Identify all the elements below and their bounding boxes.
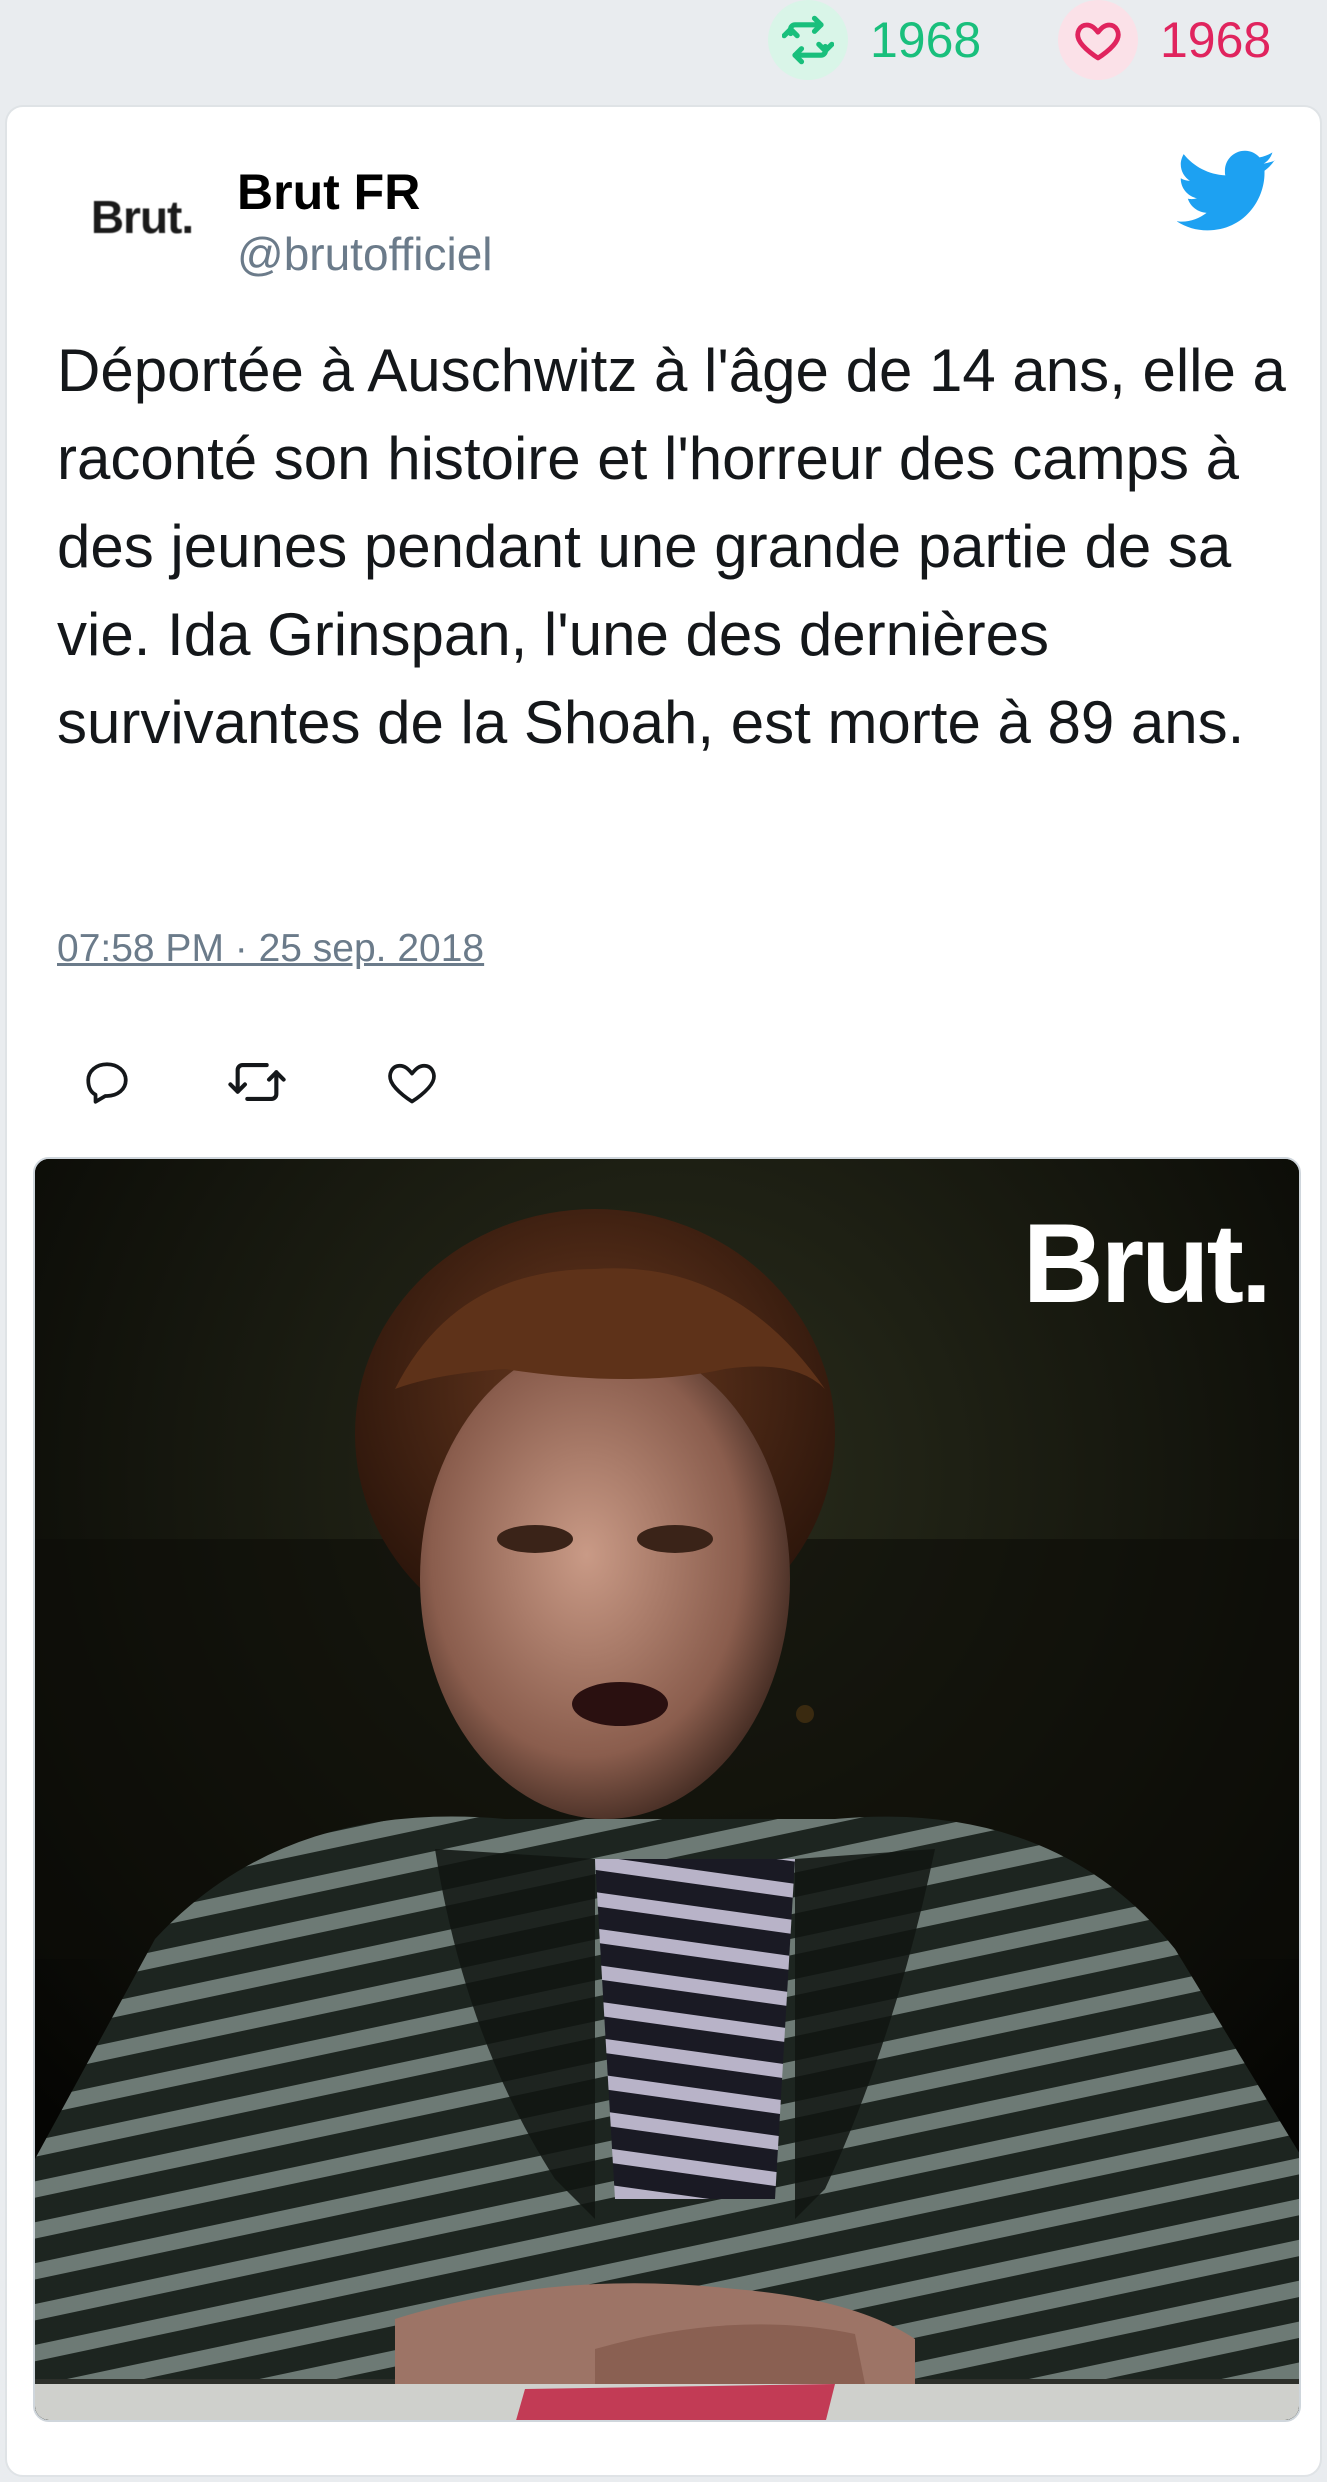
retweet-icon (768, 0, 848, 80)
heart-icon (1058, 0, 1138, 80)
video-watermark: Brut. (1022, 1201, 1272, 1326)
like-count: 1968 (1160, 12, 1272, 68)
reply-button[interactable] (67, 1042, 147, 1122)
video-still-image (35, 1159, 1299, 2420)
retweet-button[interactable] (217, 1042, 297, 1122)
twitter-bird-icon[interactable] (1176, 147, 1277, 237)
tweet-text: Déportée à Auschwitz à l'âge de 14 ans, … (57, 337, 1286, 756)
video-thumbnail[interactable]: Brut. (33, 1157, 1301, 2422)
tweet-timestamp[interactable]: 07:58 PM · 25 sep. 2018 (57, 927, 484, 971)
like-button[interactable] (372, 1042, 452, 1122)
tweet-actions (67, 1042, 452, 1122)
reply-icon (86, 1062, 128, 1104)
retweet-stat[interactable]: 1968 (768, 0, 981, 80)
retweet-count: 1968 (870, 12, 982, 68)
author-handle[interactable]: @brutofficiel (237, 227, 493, 281)
engagement-stats-bar: 1968 1968 (0, 0, 1327, 100)
retweet-icon (228, 1063, 286, 1101)
like-stat[interactable]: 1968 (1058, 0, 1271, 80)
author-name[interactable]: Brut FR (237, 163, 420, 221)
avatar[interactable]: Brut. (67, 162, 217, 272)
tweet-card: Brut. Brut FR @brutofficiel Déportée à A… (5, 105, 1322, 2477)
avatar-logo-text: Brut. (90, 191, 194, 243)
heart-icon (388, 1063, 436, 1104)
